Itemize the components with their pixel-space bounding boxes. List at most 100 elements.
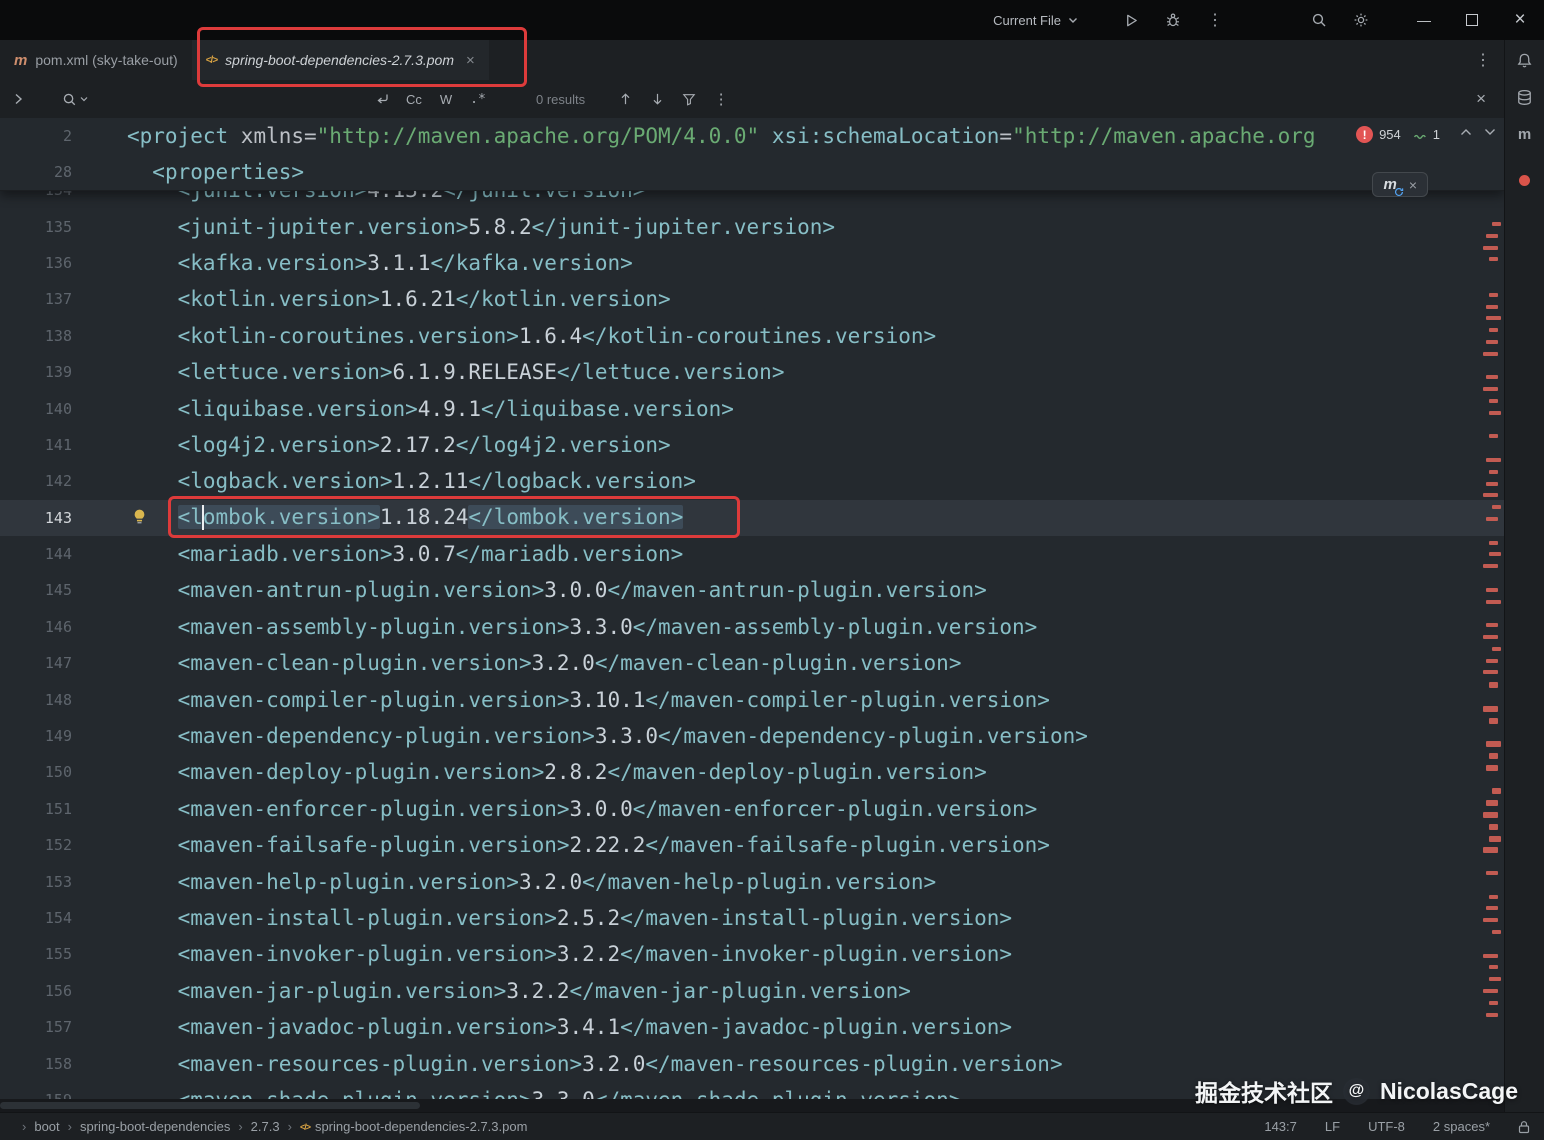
line-number[interactable]: 155 [0,945,96,963]
line-number[interactable]: 149 [0,727,96,745]
scrollbar-thumb[interactable] [0,1102,420,1109]
chevron-right-icon[interactable] [0,93,36,105]
line-number[interactable]: 141 [0,436,96,454]
code-line-157[interactable]: 157 <maven-javadoc-plugin.version>3.4.1<… [0,1009,1504,1045]
search-more-options-icon[interactable]: ⋮ [705,86,737,112]
run-icon[interactable] [1110,0,1152,40]
notifications-icon[interactable] [1516,52,1533,69]
maven-reload-icon[interactable]: m [1383,176,1404,196]
tab-pom-xml[interactable]: m pom.xml (sky-take-out) [0,40,192,80]
lightbulb-icon[interactable] [131,508,148,527]
line-separator[interactable]: LF [1325,1119,1340,1134]
regex-toggle[interactable]: .* [462,86,494,112]
code-line-138[interactable]: 138 <kotlin-coroutines.version>1.6.4</ko… [0,318,1504,354]
database-icon[interactable] [1516,89,1533,106]
next-error-icon[interactable] [1484,128,1496,136]
line-number[interactable]: 137 [0,290,96,308]
code-line-143[interactable]: 143 <lombok.version>1.18.24</lombok.vers… [0,495,1504,538]
code-line-147[interactable]: 147 <maven-clean-plugin.version>3.2.0</m… [0,645,1504,681]
code-line-137[interactable]: 137 <kotlin.version>1.6.21</kotlin.versi… [0,281,1504,317]
breadcrumb-item[interactable]: boot [34,1119,59,1134]
lock-icon[interactable] [1518,1120,1530,1134]
popup-close-icon[interactable]: × [1409,177,1417,193]
line-number[interactable]: 150 [0,763,96,781]
code-line-144[interactable]: 144 <mariadb.version>3.0.7</mariadb.vers… [0,536,1504,572]
code-line-135[interactable]: 135 <junit-jupiter.version>5.8.2</junit-… [0,208,1504,244]
file-encoding[interactable]: UTF-8 [1368,1119,1405,1134]
line-number[interactable]: 139 [0,363,96,381]
next-occurrence-icon[interactable] [641,86,673,112]
code-line-136[interactable]: 136 <kafka.version>3.1.1</kafka.version> [0,245,1504,281]
line-number[interactable]: 157 [0,1018,96,1036]
code-line-139[interactable]: 139 <lettuce.version>6.1.9.RELEASE</lett… [0,354,1504,390]
line-number[interactable]: 138 [0,327,96,345]
inspections-widget[interactable]: ! 954 1 [1356,126,1440,143]
settings-icon[interactable] [1340,0,1382,40]
code-line-140[interactable]: 140 <liquibase.version>4.9.1</liquibase.… [0,390,1504,426]
tab-spring-boot-dependencies-pom[interactable]: </> spring-boot-dependencies-2.7.3.pom × [191,40,489,80]
debug-icon[interactable] [1152,0,1194,40]
error-stripe[interactable] [1483,118,1504,1112]
line-number[interactable]: 146 [0,618,96,636]
tab-options-icon[interactable]: ⋮ [1462,40,1504,80]
breadcrumb-item[interactable]: 2.7.3 [251,1119,280,1134]
code-line-149[interactable]: 149 <maven-dependency-plugin.version>3.3… [0,718,1504,754]
more-actions-icon[interactable]: ⋮ [1194,0,1236,40]
line-number[interactable]: 152 [0,836,96,854]
line-number[interactable]: 156 [0,982,96,1000]
line-number[interactable]: 144 [0,545,96,563]
close-button[interactable]: × [1496,0,1544,40]
titlebar: Current File ⋮ — × [0,0,1544,40]
maximize-button[interactable] [1448,0,1496,40]
line-number[interactable]: 148 [0,691,96,709]
pinned-line-28[interactable]: 28 <properties> [0,154,1504,190]
code-line-153[interactable]: 153 <maven-help-plugin.version>3.2.0</ma… [0,863,1504,899]
code-line-145[interactable]: 145 <maven-antrun-plugin.version>3.0.0</… [0,572,1504,608]
line-number[interactable]: 142 [0,472,96,490]
search-options-icon[interactable] [62,92,88,107]
code-line-151[interactable]: 151 <maven-enforcer-plugin.version>3.0.0… [0,791,1504,827]
newline-icon[interactable] [366,86,398,112]
maven-tool-icon[interactable]: m [1518,126,1531,143]
plugin-badge-icon[interactable] [1519,175,1530,186]
error-stripe-mark [1489,410,1501,415]
caret-position[interactable]: 143:7 [1264,1119,1297,1134]
code-line-142[interactable]: 142 <logback.version>1.2.11</logback.ver… [0,463,1504,499]
line-number[interactable]: 145 [0,581,96,599]
breadcrumb-item[interactable]: spring-boot-dependencies [80,1119,230,1134]
code-line-152[interactable]: 152 <maven-failsafe-plugin.version>2.22.… [0,827,1504,863]
words-toggle[interactable]: W [430,86,462,112]
previous-error-icon[interactable] [1460,128,1472,136]
code-line-148[interactable]: 148 <maven-compiler-plugin.version>3.10.… [0,681,1504,717]
code-line-150[interactable]: 150 <maven-deploy-plugin.version>2.8.2</… [0,754,1504,790]
maven-reload-popup[interactable]: m × [1372,172,1428,197]
previous-occurrence-icon[interactable] [609,86,641,112]
code-editor[interactable]: 134 <junit.version>4.13.2</junit.version… [0,118,1504,1112]
breadcrumb-item[interactable]: </> spring-boot-dependencies-2.7.3.pom [300,1119,527,1134]
minimize-button[interactable]: — [1400,0,1448,40]
code-line-154[interactable]: 154 <maven-install-plugin.version>2.5.2<… [0,900,1504,936]
search-everywhere-icon[interactable] [1298,0,1340,40]
filter-icon[interactable] [673,86,705,112]
code-line-155[interactable]: 155 <maven-invoker-plugin.version>3.2.2<… [0,936,1504,972]
line-number[interactable]: 140 [0,400,96,418]
line-number[interactable]: 143 [0,509,96,527]
pinned-line-2[interactable]: 2 <project xmlns="http://maven.apache.org… [0,118,1504,154]
code-line-156[interactable]: 156 <maven-jar-plugin.version>3.2.2</mav… [0,973,1504,1009]
line-number[interactable]: 151 [0,800,96,818]
close-search-icon[interactable]: × [1476,89,1486,109]
code-line-146[interactable]: 146 <maven-assembly-plugin.version>3.3.0… [0,609,1504,645]
line-number[interactable]: 158 [0,1055,96,1073]
line-number[interactable]: 135 [0,218,96,236]
line-number[interactable]: 153 [0,873,96,891]
error-stripe-mark [1489,717,1498,724]
match-case-toggle[interactable]: Cc [398,86,430,112]
code-line-141[interactable]: 141 <log4j2.version>2.17.2</log4j2.versi… [0,427,1504,463]
tab-close-icon[interactable]: × [466,52,475,69]
run-config-selector[interactable]: Current File [979,13,1092,28]
line-number[interactable]: 154 [0,909,96,927]
line-number[interactable]: 136 [0,254,96,272]
line-number[interactable]: 147 [0,654,96,672]
search-input[interactable] [98,87,366,111]
indent-style[interactable]: 2 spaces* [1433,1119,1490,1134]
